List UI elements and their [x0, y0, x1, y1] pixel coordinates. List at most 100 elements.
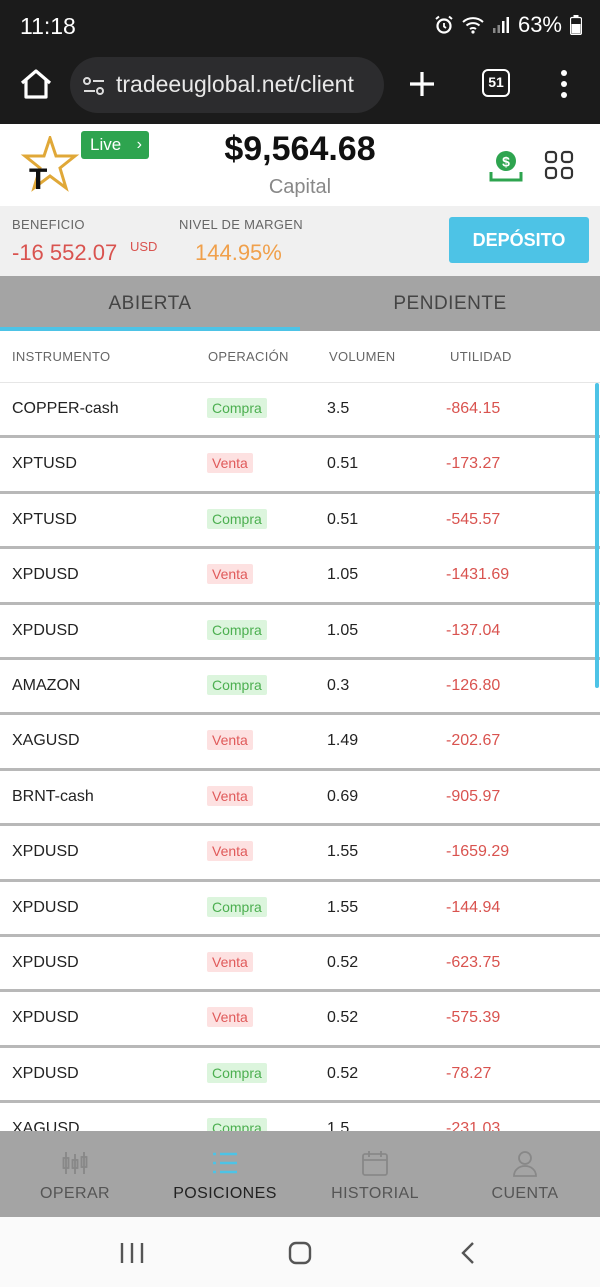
home-nav-icon[interactable] [288, 1241, 312, 1265]
instrument-cell: XPTUSD [12, 455, 77, 473]
position-row[interactable]: XAGUSD Compra 1.5 -231.03 [0, 1103, 600, 1131]
new-tab-plus-icon[interactable] [406, 68, 438, 100]
nav-label-trade: OPERAR [40, 1185, 110, 1202]
system-navigation-bar [0, 1217, 600, 1287]
operation-badge: Venta [207, 564, 253, 585]
column-header-instrument: INSTRUMENTO [12, 349, 111, 364]
profit-cell: -173.27 [446, 455, 501, 473]
position-row[interactable]: COPPER-cash Compra 3.5 -864.15 [0, 383, 600, 439]
instrument-cell: XPDUSD [12, 843, 79, 861]
tab-open-positions[interactable]: ABIERTA [0, 276, 300, 331]
position-row[interactable]: XAGUSD Venta 1.49 -202.67 [0, 715, 600, 771]
browser-toolbar: tradeeuglobal.net/client 51 [0, 52, 600, 124]
volume-cell: 0.52 [327, 1064, 359, 1082]
profit-cell: -905.97 [446, 787, 501, 805]
positions-list[interactable]: COPPER-cash Compra 3.5 -864.15 XPTUSD Venta 0.… [0, 383, 600, 1131]
operation-badge: Venta [207, 1007, 253, 1028]
instrument-cell: XPDUSD [12, 1064, 79, 1082]
position-row[interactable]: XPDUSD Venta 0.52 -623.75 [0, 936, 600, 993]
nav-item-positions[interactable]: POSICIONES [150, 1131, 300, 1217]
position-row[interactable]: XPDUSD Venta 1.05 -1431.69 [0, 549, 600, 605]
volume-cell: 0.51 [327, 510, 359, 528]
apps-grid-icon[interactable] [544, 150, 574, 180]
position-row[interactable]: XPTUSD Compra 0.51 -545.57 [0, 493, 600, 550]
deposit-button[interactable]: DEPÓSITO [449, 217, 589, 263]
profit-cell: -137.04 [446, 621, 501, 639]
tab-pending-orders[interactable]: PENDIENTE [300, 276, 600, 331]
volume-cell: 0.52 [327, 1009, 359, 1027]
operation-badge: Venta [207, 951, 253, 972]
profit-cell: -623.75 [446, 953, 501, 971]
volume-cell: 1.49 [327, 732, 359, 750]
profit-cell: -202.67 [446, 732, 501, 750]
instrument-cell: AMAZON [12, 676, 81, 694]
positions-table-header: INSTRUMENTO OPERACIÓN VOLUMEN UTILIDAD [0, 331, 600, 383]
instrument-cell: XPDUSD [12, 898, 79, 916]
volume-cell: 0.3 [327, 676, 350, 694]
margin-level-label: NIVEL DE MARGEN [179, 217, 303, 232]
operation-badge: Compra [207, 1062, 267, 1083]
operation-badge: Compra [207, 896, 267, 917]
instrument-cell: XPDUSD [12, 566, 79, 584]
battery-icon [570, 15, 582, 35]
benefit-currency: USD [130, 239, 158, 254]
recent-apps-icon[interactable] [118, 1241, 146, 1265]
address-bar[interactable]: tradeeuglobal.net/client [70, 57, 384, 113]
battery-percent: 63% [517, 12, 562, 37]
operation-badge: Venta [207, 453, 253, 474]
volume-cell: 1.55 [327, 898, 359, 916]
scrollbar[interactable] [595, 383, 599, 688]
volume-cell: 3.5 [327, 400, 350, 417]
list-icon [213, 1152, 237, 1174]
back-nav-icon[interactable] [460, 1241, 476, 1265]
nav-item-account[interactable]: CUENTA [450, 1131, 600, 1217]
operation-badge: Venta [207, 841, 253, 862]
position-row[interactable]: XPDUSD Venta 1.55 -1659.29 [0, 826, 600, 882]
column-header-profit: UTILIDAD [450, 349, 512, 364]
column-header-volume: VOLUMEN [329, 349, 396, 364]
profit-cell: -231.03 [446, 1120, 501, 1131]
home-icon[interactable] [18, 66, 54, 102]
profit-cell: -78.27 [446, 1064, 492, 1082]
column-header-operation: OPERACIÓN [208, 349, 289, 364]
nav-item-history[interactable]: HISTORIAL [300, 1131, 450, 1217]
volume-cell: 0.69 [327, 787, 359, 805]
profit-cell: -864.15 [446, 400, 501, 417]
status-bar: 11:18 63% [0, 0, 600, 52]
position-row[interactable]: BRNT-cash Venta 0.69 -905.97 [0, 770, 600, 827]
position-row[interactable]: XPTUSD Venta 0.51 -173.27 [0, 438, 600, 494]
position-row[interactable]: XPDUSD Compra 0.52 -78.27 [0, 1047, 600, 1104]
nav-label-positions: POSICIONES [173, 1185, 277, 1202]
profit-cell: -575.39 [446, 1009, 501, 1027]
position-row[interactable]: XPDUSD Compra 1.05 -137.04 [0, 604, 600, 660]
instrument-cell: XAGUSD [12, 732, 80, 750]
operation-badge: Compra [207, 674, 267, 695]
tab-switcher-button[interactable]: 51 [482, 69, 510, 97]
profit-cell: -126.80 [446, 676, 501, 694]
profit-cell: -1431.69 [446, 566, 510, 584]
url-text[interactable]: tradeeuglobal.net/client [116, 71, 354, 98]
position-row[interactable]: XPDUSD Compra 1.55 -144.94 [0, 881, 600, 937]
site-settings-icon[interactable] [82, 74, 106, 98]
deposit-money-icon[interactable]: $ [488, 148, 524, 184]
nav-item-trade[interactable]: OPERAR [0, 1131, 150, 1217]
position-row[interactable]: AMAZON Compra 0.3 -126.80 [0, 659, 600, 716]
instrument-cell: XAGUSD [12, 1120, 80, 1131]
operation-badge: Compra [207, 1118, 267, 1131]
volume-cell: 1.05 [327, 566, 359, 584]
profit-cell: -1659.29 [446, 843, 510, 861]
nav-label-account: CUENTA [491, 1185, 559, 1202]
wifi-icon [462, 17, 484, 34]
more-menu-icon[interactable] [554, 66, 574, 102]
profit-cell: -144.94 [446, 898, 501, 916]
svg-text:$: $ [502, 154, 510, 170]
operation-badge: Compra [207, 398, 267, 418]
instrument-cell: XPTUSD [12, 510, 77, 528]
position-row[interactable]: XPDUSD Venta 0.52 -575.39 [0, 992, 600, 1048]
volume-cell: 1.5 [327, 1120, 350, 1131]
account-header: T Live › $9,564.68 Capital $ [0, 124, 600, 206]
account-summary: BENEFICIO -16 552.07 USD NIVEL DE MARGEN… [0, 206, 600, 276]
signal-icon [492, 17, 509, 33]
volume-cell: 0.51 [327, 455, 359, 473]
operation-badge: Venta [207, 730, 253, 751]
